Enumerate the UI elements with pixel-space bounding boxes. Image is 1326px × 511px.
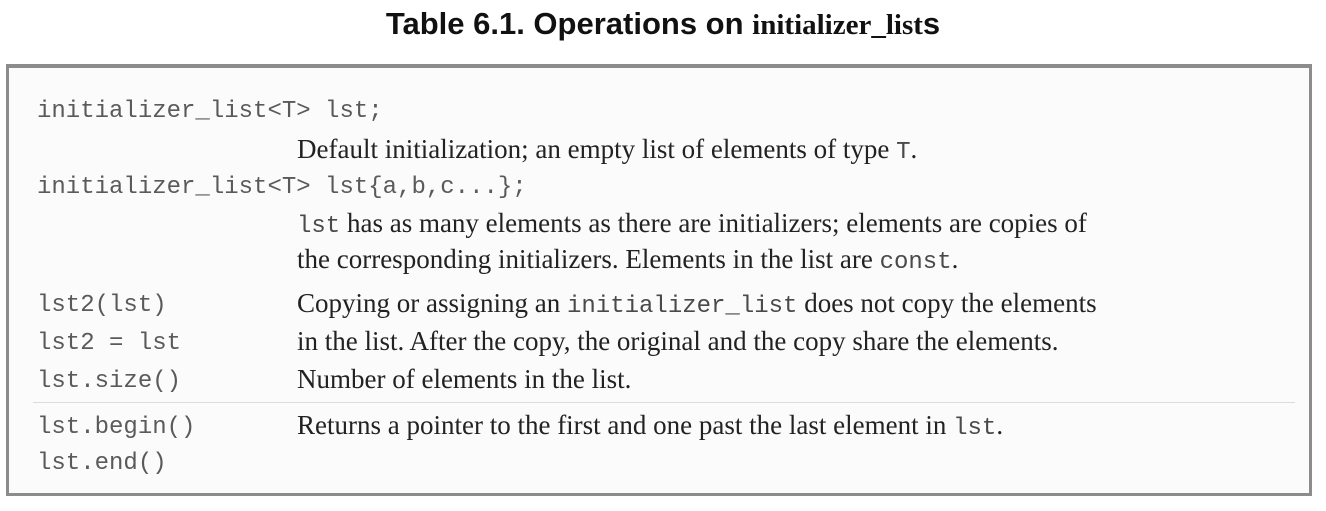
- operation-code: lst2(lst): [37, 292, 167, 319]
- operation-code: lst2 = lst: [37, 330, 182, 357]
- inline-code: lst: [297, 213, 341, 240]
- description-text: has as many elements as there are initia…: [340, 208, 1087, 238]
- description-text: in the list. After the copy, the origina…: [297, 326, 1059, 356]
- inline-code: T: [896, 139, 911, 166]
- description-text: Default initialization; an empty list of…: [297, 134, 897, 164]
- operation-description: Returns a pointer to the first and one p…: [297, 410, 1003, 442]
- operation-description: Default initialization; an empty list of…: [297, 134, 917, 166]
- table-title-prefix: Table 6.1. Operations on: [385, 6, 753, 41]
- description-text: .: [910, 134, 918, 164]
- description-text: Copying or assigning an: [297, 288, 567, 318]
- operation-description: in the list. After the copy, the origina…: [297, 326, 1059, 357]
- operation-code: lst.end(): [37, 450, 167, 477]
- operation-code: lst.begin(): [37, 414, 196, 441]
- operation-description: Copying or assigning an initializer_list…: [297, 288, 1097, 320]
- table-title: Table 6.1. Operations on initializer_lis…: [0, 2, 1326, 52]
- description-text: the corresponding initializers. Elements…: [297, 244, 880, 274]
- inline-code: lst: [953, 415, 997, 442]
- description-text: .: [996, 410, 1004, 440]
- inline-code: const: [879, 249, 952, 276]
- table-title-code: initializer_list: [752, 9, 923, 41]
- table-title-suffix: s: [922, 6, 941, 41]
- operation-code: lst.size(): [37, 368, 182, 395]
- operation-description: lst has as many elements as there are in…: [297, 208, 1087, 240]
- operation-code: initializer_list<T> lst;: [37, 98, 383, 125]
- inline-code: initializer_list: [567, 293, 798, 320]
- operation-code: initializer_list<T> lst{a,b,c...};: [37, 174, 527, 201]
- description-text: .: [951, 244, 959, 274]
- operations-table: initializer_list<T> lst; Default initial…: [6, 64, 1312, 496]
- operation-description: Number of elements in the list.: [297, 364, 631, 395]
- operation-description: the corresponding initializers. Elements…: [297, 244, 958, 276]
- description-text: does not copy the elements: [797, 288, 1097, 318]
- description-text: Returns a pointer to the first and one p…: [297, 410, 954, 440]
- row-divider: [33, 402, 1295, 403]
- description-text: Number of elements in the list.: [297, 364, 632, 394]
